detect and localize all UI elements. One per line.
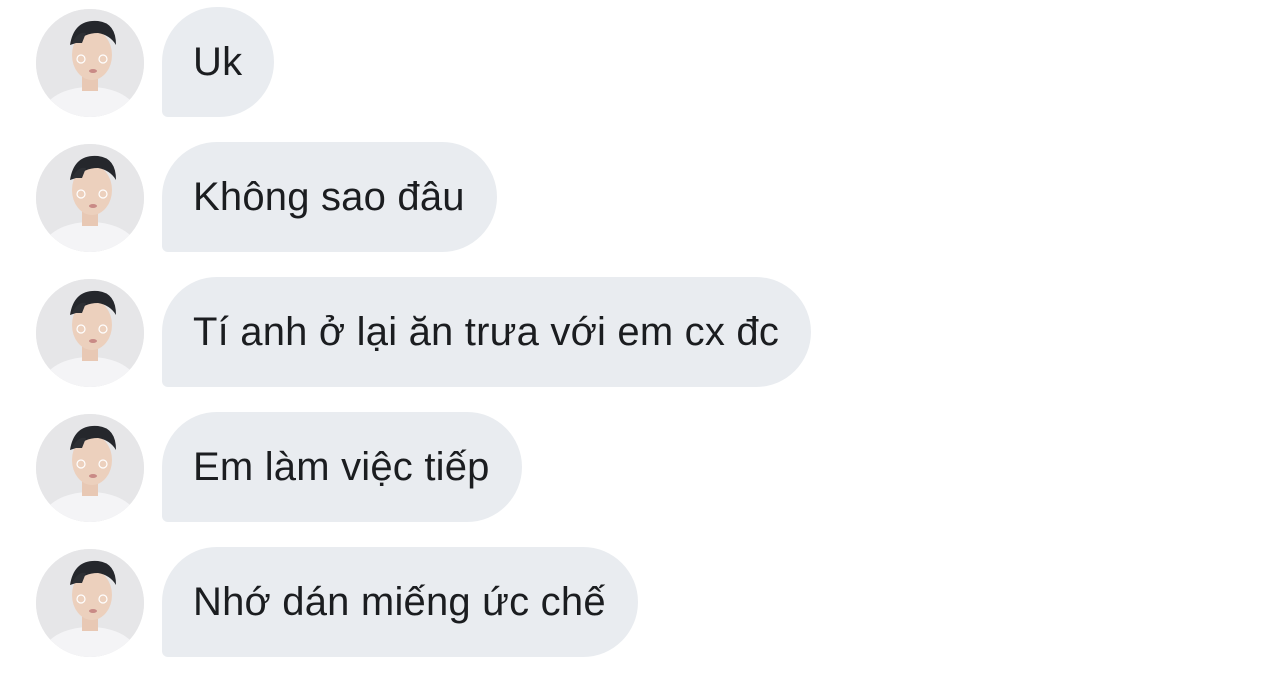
avatar-image: [36, 549, 144, 657]
avatar[interactable]: [36, 279, 144, 387]
avatar-image: [36, 414, 144, 522]
avatar[interactable]: [36, 414, 144, 522]
message-bubble[interactable]: Uk: [162, 7, 275, 117]
message-row: Nhớ dán miếng ức chế: [0, 547, 1283, 659]
message-row: Không sao đâu: [0, 142, 1283, 254]
avatar[interactable]: [36, 144, 144, 252]
message-text: Nhớ dán miếng ức chế: [193, 580, 606, 624]
message-bubble[interactable]: Nhớ dán miếng ức chế: [162, 547, 638, 657]
avatar-image: [36, 9, 144, 117]
message-bubble[interactable]: Tí anh ở lại ăn trưa với em cx đc: [162, 277, 812, 387]
avatar-image: [36, 279, 144, 387]
message-bubble[interactable]: Không sao đâu: [162, 142, 497, 252]
avatar[interactable]: [36, 9, 144, 117]
message-text: Em làm việc tiếp: [193, 445, 490, 489]
message-row: Uk: [0, 7, 1283, 119]
message-thread: Uk Không sao đâu Tí anh ở lại ăn trưa vớ…: [0, 0, 1283, 691]
message-text: Tí anh ở lại ăn trưa với em cx đc: [193, 310, 780, 354]
message-row: Em làm việc tiếp: [0, 412, 1283, 524]
message-text: Uk: [193, 40, 243, 84]
message-text: Không sao đâu: [193, 175, 465, 219]
avatar-image: [36, 144, 144, 252]
message-row: Tí anh ở lại ăn trưa với em cx đc: [0, 277, 1283, 389]
avatar[interactable]: [36, 549, 144, 657]
message-bubble[interactable]: Em làm việc tiếp: [162, 412, 522, 522]
